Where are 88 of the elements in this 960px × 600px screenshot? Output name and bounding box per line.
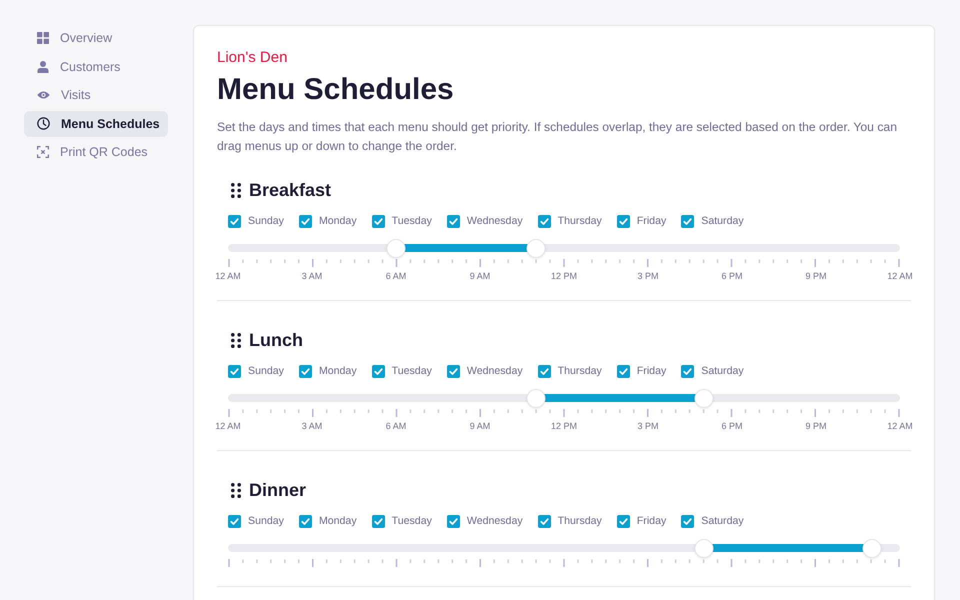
schedule-title: Lunch (249, 330, 303, 350)
range-handle[interactable] (527, 240, 544, 256)
day-label[interactable]: Wednesday (466, 215, 523, 227)
checkbox[interactable] (538, 364, 551, 378)
range-handle[interactable] (388, 240, 404, 256)
restaurant-name: Lion's Den (217, 49, 288, 67)
time-label: 6 AM (386, 271, 406, 282)
time-range-slider[interactable] (228, 388, 900, 408)
grid-icon (37, 32, 49, 44)
time-label: 12 AM (215, 271, 241, 282)
sidebar-item[interactable]: Overview (24, 25, 168, 51)
day-label[interactable]: Tuesday (392, 365, 432, 377)
checkbox[interactable] (298, 514, 312, 528)
checkbox[interactable] (538, 514, 551, 528)
checkbox[interactable] (446, 364, 460, 378)
sidebar-item[interactable]: Customers (24, 54, 168, 80)
day-label[interactable]: Wednesday (466, 365, 523, 377)
time-label: 9 AM (470, 421, 490, 432)
time-label: 12 PM (550, 271, 577, 282)
checkbox[interactable] (681, 514, 694, 528)
day-label[interactable]: Sunday (248, 515, 284, 527)
checkbox[interactable] (446, 214, 460, 228)
page-description: Set the days and times that each menu should get priority. If schedules overlap, they are selected based on the order. You can drag menus up or down to change the order. (217, 119, 898, 155)
clock-icon (37, 117, 50, 130)
time-label: 12 PM (550, 421, 577, 432)
day-label[interactable]: Wednesday (466, 515, 523, 527)
checkbox[interactable] (372, 214, 385, 228)
day-label[interactable]: Thursday (558, 215, 602, 227)
time-label: 6 PM (721, 271, 742, 282)
person-icon (37, 60, 49, 72)
time-label: 9 AM (470, 271, 490, 282)
schedule-title: Breakfast (249, 180, 332, 200)
schedule-title: Dinner (249, 480, 306, 500)
scan-frame-icon (37, 146, 49, 158)
sidebar-item[interactable]: Menu Schedules (24, 110, 168, 136)
checkbox[interactable] (298, 364, 312, 378)
time-label: 12 AM (215, 421, 241, 432)
time-label: 3 PM (637, 421, 658, 432)
checkbox[interactable] (681, 214, 694, 228)
drag-handle-icon[interactable] (231, 332, 241, 348)
checkbox[interactable] (372, 364, 385, 378)
checkbox[interactable] (298, 214, 312, 228)
time-label: 9 PM (805, 421, 826, 432)
sidebar-item[interactable]: Print QR Codes (24, 139, 168, 165)
checkbox[interactable] (228, 514, 241, 528)
checkbox[interactable] (616, 364, 630, 378)
day-label[interactable]: Friday (636, 365, 666, 377)
eye-icon (37, 91, 50, 99)
checkbox[interactable] (616, 214, 630, 228)
day-label[interactable]: Saturday (701, 515, 744, 527)
day-label[interactable]: Saturday (701, 215, 744, 227)
sidebar-item[interactable]: Visits (24, 82, 168, 108)
time-label: 6 AM (386, 421, 406, 432)
day-label[interactable]: Tuesday (392, 515, 432, 527)
day-label[interactable]: Sunday (248, 215, 284, 227)
day-label[interactable]: Thursday (558, 515, 602, 527)
time-label: 12 AM (887, 271, 913, 282)
checkbox[interactable] (616, 514, 630, 528)
drag-handle-icon[interactable] (231, 182, 241, 198)
time-range-slider[interactable] (228, 238, 900, 258)
time-label: 3 PM (637, 271, 658, 282)
time-range-slider[interactable] (228, 538, 900, 558)
range-handle[interactable] (695, 390, 712, 406)
checkbox[interactable] (228, 364, 241, 378)
time-label: 12 AM (887, 421, 913, 432)
day-label[interactable]: Thursday (558, 365, 602, 377)
time-label: 3 AM (302, 421, 322, 432)
range-handle[interactable] (863, 540, 880, 556)
checkbox[interactable] (538, 214, 551, 228)
time-label: 3 AM (302, 271, 322, 282)
range-handle[interactable] (695, 540, 712, 556)
time-label: 9 PM (805, 271, 826, 282)
drag-handle-icon[interactable] (231, 482, 241, 498)
time-label: 6 PM (721, 421, 742, 432)
checkbox[interactable] (228, 214, 241, 228)
day-label[interactable]: Tuesday (392, 215, 432, 227)
day-label[interactable]: Monday (318, 365, 357, 377)
checkbox[interactable] (372, 514, 385, 528)
checkbox[interactable] (446, 514, 460, 528)
day-label[interactable]: Friday (636, 515, 666, 527)
checkbox[interactable] (681, 364, 694, 378)
range-handle[interactable] (527, 390, 544, 406)
day-label[interactable]: Saturday (701, 365, 744, 377)
day-label[interactable]: Friday (636, 215, 666, 227)
page-title: Menu Schedules (217, 72, 455, 108)
day-label[interactable]: Monday (318, 515, 357, 527)
day-label[interactable]: Monday (318, 215, 357, 227)
day-label[interactable]: Sunday (248, 365, 284, 377)
